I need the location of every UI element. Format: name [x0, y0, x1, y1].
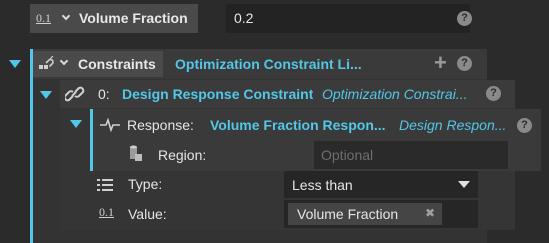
add-icon[interactable]: +	[434, 50, 447, 76]
constraint-title: Design Response Constraint	[122, 86, 314, 102]
constraints-list-title: Optimization Constraint Li...	[175, 56, 362, 72]
type-selected-value: Less than	[292, 177, 353, 193]
number-value-icon: 0.1	[36, 11, 51, 25]
help-icon[interactable]: ?	[486, 86, 501, 101]
chevron-down-icon[interactable]	[59, 56, 69, 66]
help-icon[interactable]: ?	[457, 11, 472, 26]
type-label: Type:	[128, 176, 163, 192]
volume-fraction-label-box[interactable]: 0.1 Volume Fraction	[30, 4, 198, 33]
response-left-bar	[90, 109, 93, 171]
constraints-label-box[interactable]: Constraints	[33, 51, 163, 77]
chevron-down-icon[interactable]	[61, 11, 71, 21]
expand-constraints-triangle[interactable]	[9, 60, 21, 68]
response-panel: Response: Volume Fraction Respon... Desi…	[90, 109, 541, 171]
response-label: Response:	[127, 117, 194, 133]
region-input[interactable]: Optional	[314, 141, 508, 169]
region-placeholder: Optional	[321, 147, 374, 163]
constraint-index: 0:	[98, 86, 110, 102]
triangle-down-icon	[9, 60, 21, 68]
response-type-title: Design Respon...	[399, 117, 507, 133]
value-chip-label: Volume Fraction	[297, 206, 399, 222]
response-value[interactable]: Volume Fraction Respon...	[210, 117, 388, 133]
value-field[interactable]: Volume Fraction ✖	[284, 200, 478, 228]
volume-fraction-row: 0.1 Volume Fraction 0.2 ?	[30, 0, 487, 38]
volume-fraction-value: 0.2	[234, 10, 254, 26]
expand-constraint-0-triangle[interactable]	[40, 91, 52, 99]
constraint-link-icon	[38, 55, 56, 72]
triangle-down-icon	[70, 120, 82, 128]
constraint-type-title: Optimization Constrai...	[322, 86, 468, 102]
help-icon[interactable]: ?	[457, 56, 472, 71]
triangle-down-icon	[40, 91, 52, 99]
value-chip[interactable]: Volume Fraction ✖	[288, 203, 442, 225]
number-value-icon: 0.1	[99, 205, 114, 219]
constraints-header[interactable]: Constraints Optimization Constraint Li..…	[33, 49, 487, 79]
constraints-label: Constraints	[78, 56, 156, 72]
chain-link-icon	[63, 85, 85, 103]
region-cylinder-icon	[128, 145, 144, 163]
type-select[interactable]: Less than	[284, 171, 478, 198]
volume-fraction-input[interactable]: 0.2	[226, 4, 470, 33]
region-label: Region:	[158, 147, 207, 163]
constraint-0-header[interactable]: 0: Design Response Constraint Optimizati…	[60, 80, 515, 108]
response-pulse-icon	[100, 117, 120, 133]
dropdown-arrow-icon[interactable]	[458, 181, 470, 188]
help-icon[interactable]: ?	[517, 118, 532, 133]
remove-chip-icon[interactable]: ✖	[425, 206, 435, 220]
list-icon	[97, 178, 113, 191]
expand-response-triangle[interactable]	[70, 120, 82, 128]
value-label: Value:	[128, 206, 167, 222]
volume-fraction-label: Volume Fraction	[79, 10, 188, 26]
